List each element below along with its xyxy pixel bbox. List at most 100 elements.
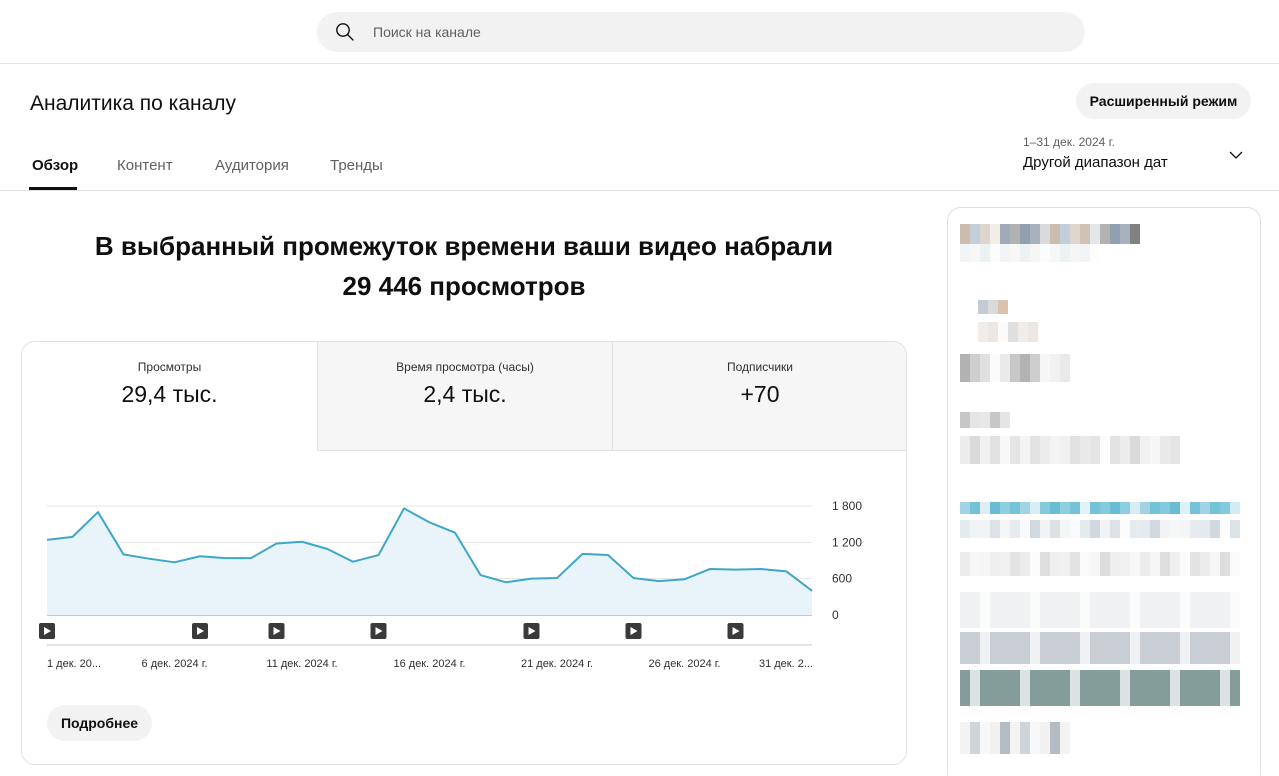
blurred-content-block	[980, 722, 990, 754]
blurred-content-block	[1180, 520, 1190, 538]
blurred-content-block	[1080, 502, 1090, 514]
blurred-content-block	[960, 722, 970, 754]
blurred-content-block	[1170, 552, 1180, 576]
blurred-content-block	[1010, 244, 1020, 262]
blurred-content-block	[1220, 670, 1230, 706]
blurred-content-block	[1060, 224, 1070, 244]
chevron-down-icon[interactable]	[1228, 147, 1244, 163]
blurred-content-block	[1050, 632, 1060, 664]
blurred-content-block	[1000, 670, 1010, 706]
blurred-content-block	[1130, 632, 1140, 664]
blurred-content-block	[990, 502, 1000, 514]
blurred-content-block	[1060, 502, 1070, 514]
blurred-content-block	[1070, 436, 1080, 464]
blurred-content-block	[970, 520, 980, 538]
blurred-content-block	[1000, 244, 1010, 262]
blurred-content-block	[1130, 552, 1140, 576]
blurred-content-block	[970, 354, 980, 382]
blurred-content-block	[1130, 592, 1140, 628]
blurred-content-block	[1010, 520, 1020, 538]
x-tick-label: 31 дек. 2...	[759, 658, 813, 670]
blurred-content-block	[1170, 502, 1180, 514]
blurred-content-block	[980, 354, 990, 382]
blurred-content-block	[1090, 592, 1100, 628]
blurred-content-block	[1220, 592, 1230, 628]
blurred-content-block	[1010, 502, 1020, 514]
blurred-content-block	[1050, 520, 1060, 538]
search-box[interactable]	[317, 12, 1085, 52]
blurred-content-block	[1170, 436, 1180, 464]
x-tick-label: 6 дек. 2024 г.	[142, 658, 208, 670]
blurred-content-block	[1090, 502, 1100, 514]
blurred-content-block	[1060, 670, 1070, 706]
blurred-content-block	[1040, 354, 1050, 382]
advanced-mode-button[interactable]: Расширенный режим	[1076, 83, 1251, 119]
headline-line-1: В выбранный промежуток времени ваши виде…	[94, 231, 834, 261]
date-range-label: Другой диапазон дат	[1023, 154, 1168, 171]
video-marker-icon[interactable]	[727, 623, 744, 639]
video-marker-icon[interactable]	[39, 623, 55, 639]
blurred-content-block	[960, 552, 970, 576]
blurred-content-block	[1030, 552, 1040, 576]
blurred-content-block	[990, 552, 1000, 576]
blurred-content-block	[1110, 552, 1120, 576]
blurred-content-block	[1100, 592, 1110, 628]
blurred-content-block	[1190, 632, 1200, 664]
blurred-content-block	[1018, 322, 1028, 342]
video-marker-icon[interactable]	[192, 623, 208, 639]
blurred-content-block	[1110, 502, 1120, 514]
blurred-content-block	[1230, 592, 1240, 628]
blurred-content-block	[1140, 552, 1150, 576]
blurred-content-block	[1020, 670, 1030, 706]
blurred-content-block	[1030, 670, 1040, 706]
blurred-content-block	[1180, 502, 1190, 514]
blurred-content-block	[1210, 520, 1220, 538]
x-tick-label: 21 дек. 2024 г.	[521, 658, 593, 670]
tab-audience[interactable]: Аудитория	[215, 157, 289, 174]
blurred-content-block	[1030, 592, 1040, 628]
blurred-content-block	[1060, 520, 1070, 538]
blurred-content-block	[1160, 552, 1170, 576]
video-marker-icon[interactable]	[268, 623, 285, 639]
x-tick-label: 16 дек. 2024 г.	[393, 658, 465, 670]
blurred-content-block	[1040, 244, 1050, 262]
blurred-content-block	[1220, 552, 1230, 576]
blurred-content-block	[1150, 592, 1160, 628]
blurred-content-block	[1100, 552, 1110, 576]
see-more-button[interactable]: Подробнее	[47, 705, 152, 741]
blurred-content-block	[1040, 632, 1050, 664]
blurred-content-block	[1140, 632, 1150, 664]
search-input[interactable]	[373, 12, 1053, 52]
blurred-content-block	[1000, 436, 1010, 464]
blurred-content-block	[1100, 436, 1110, 464]
blurred-content-block	[1210, 592, 1220, 628]
tabs-divider	[0, 190, 1279, 191]
blurred-content-block	[960, 592, 970, 628]
video-marker-icon[interactable]	[370, 623, 387, 639]
blurred-content-block	[1050, 670, 1060, 706]
blurred-content-block	[1230, 632, 1240, 664]
blurred-content-block	[980, 224, 990, 244]
blurred-content-block	[1000, 224, 1010, 244]
blurred-content-block	[1010, 552, 1020, 576]
blurred-content-block	[1210, 552, 1220, 576]
search-icon[interactable]	[335, 22, 355, 42]
blurred-content-block	[1028, 322, 1038, 342]
video-marker-icon[interactable]	[523, 623, 540, 639]
blurred-content-block	[1000, 722, 1010, 754]
tab-overview[interactable]: Обзор	[32, 157, 78, 174]
blurred-content-block	[1000, 520, 1010, 538]
blurred-content-block	[1000, 502, 1010, 514]
video-marker-icon[interactable]	[625, 623, 642, 639]
date-range-picker[interactable]: 1–31 дек. 2024 г. Другой диапазон дат	[1023, 135, 1251, 175]
blurred-content-block	[1190, 670, 1200, 706]
tab-trends[interactable]: Тренды	[330, 157, 383, 174]
blurred-content-block	[990, 354, 1000, 382]
blurred-content-block	[990, 670, 1000, 706]
blurred-content-block	[1000, 632, 1010, 664]
tab-content[interactable]: Контент	[117, 157, 173, 174]
blurred-content-block	[1090, 520, 1100, 538]
blurred-content-block	[1050, 354, 1060, 382]
blurred-content-block	[1050, 244, 1060, 262]
blurred-content-block	[1060, 592, 1070, 628]
